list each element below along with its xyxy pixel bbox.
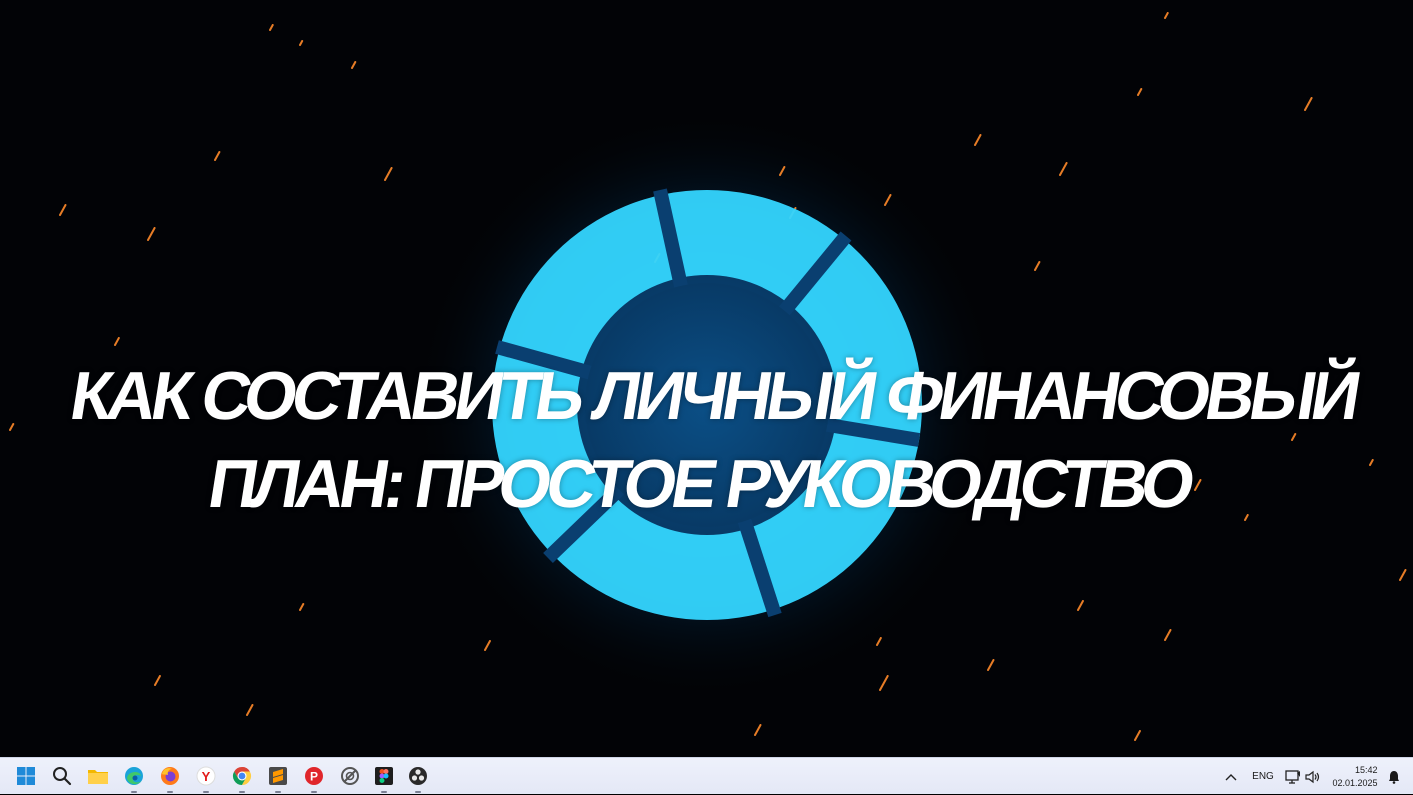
clock-time: 15:42 [1354, 764, 1378, 775]
spark [114, 337, 120, 346]
spark [1399, 569, 1407, 581]
network-button[interactable] [1284, 758, 1302, 795]
folder-icon [88, 770, 108, 784]
spark [299, 603, 305, 611]
file-explorer-button[interactable] [84, 762, 112, 790]
headline-line-2: ПЛАН: ПРОСТОЕ РУКОВОДСТВО [203, 446, 1196, 522]
spark [879, 675, 889, 691]
windows-start-icon [17, 767, 35, 785]
firefox-icon [161, 767, 179, 785]
figma-button[interactable] [370, 762, 398, 793]
taskbar: Y P ENG 15:42 02.01.2025 [0, 757, 1413, 794]
yandex-browser-button[interactable]: Y [192, 762, 220, 793]
spark [214, 151, 221, 161]
spark [754, 724, 762, 736]
spark [384, 167, 393, 181]
vpn-button[interactable] [336, 762, 364, 790]
yandex-icon: Y [196, 766, 216, 786]
spark [974, 134, 982, 146]
spark [1164, 12, 1169, 19]
desktop[interactable]: КАК СОСТАВИТЬ ЛИЧНЫЙ ФИНАНСОВЫЙ ПЛАН: ПР… [0, 0, 1413, 757]
spark [59, 204, 67, 216]
spark [1077, 600, 1084, 611]
chrome-icon [232, 767, 252, 785]
speaker-icon [1305, 770, 1320, 783]
spark [1134, 730, 1141, 741]
spark [1034, 261, 1041, 271]
search-icon [53, 767, 72, 786]
spark [246, 704, 254, 716]
sublime-button[interactable] [264, 762, 292, 793]
spark [1059, 162, 1068, 176]
sublime-icon [269, 767, 287, 785]
bell-icon [1389, 770, 1399, 784]
chrome-button[interactable] [228, 762, 256, 793]
search-button[interactable] [48, 762, 76, 790]
p-app-icon: P [305, 767, 323, 785]
spark [484, 640, 491, 651]
spark [1137, 88, 1143, 96]
start-button[interactable] [12, 762, 40, 790]
obs-button[interactable] [404, 762, 432, 793]
obs-icon [409, 767, 427, 785]
notification-button[interactable] [1386, 758, 1402, 795]
slash-circle-icon [341, 767, 359, 785]
spark [147, 227, 156, 241]
edge-icon [125, 767, 143, 785]
headline-line-1: КАК СОСТАВИТЬ ЛИЧНЫЙ ФИНАНСОВЫЙ [65, 358, 1362, 434]
chevron-up-icon [1225, 773, 1237, 780]
volume-button[interactable] [1304, 758, 1322, 795]
p-app-button[interactable]: P [300, 762, 328, 793]
spark [987, 659, 995, 671]
spark [299, 40, 304, 46]
figma-icon [375, 767, 393, 785]
spark [269, 24, 274, 31]
language-indicator[interactable]: ENG [1248, 758, 1278, 795]
monitor-network-icon [1285, 769, 1300, 784]
spark [154, 675, 161, 686]
wallpaper-headline: КАК СОСТАВИТЬ ЛИЧНЫЙ ФИНАНСОВЫЙ ПЛАН: ПР… [0, 352, 1413, 528]
edge-button[interactable] [120, 762, 148, 793]
spark [1304, 97, 1313, 111]
svg-text:Y: Y [202, 769, 211, 784]
firefox-button[interactable] [156, 762, 184, 793]
clock-date: 02.01.2025 [1332, 777, 1378, 788]
svg-text:P: P [310, 770, 318, 784]
spark [1164, 629, 1172, 641]
clock[interactable]: 15:42 02.01.2025 [1328, 758, 1382, 795]
spark [351, 61, 357, 69]
tray-overflow-button[interactable] [1222, 758, 1240, 795]
